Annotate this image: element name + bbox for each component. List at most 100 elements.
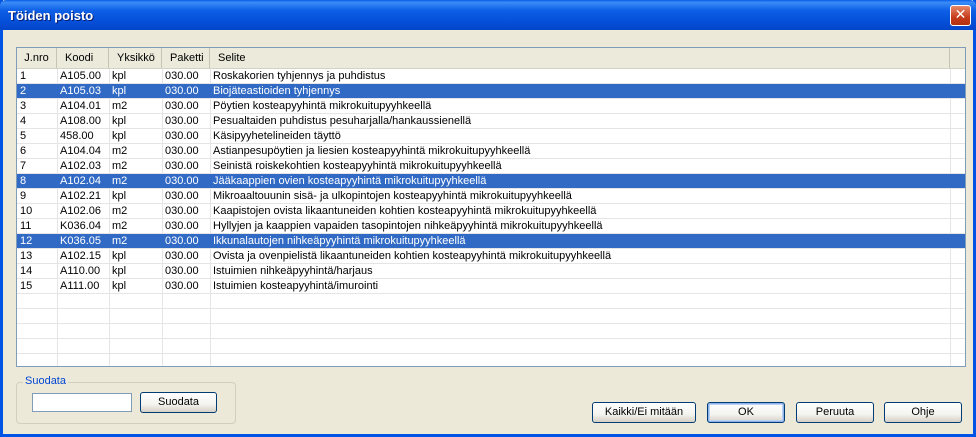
title-bar[interactable]: Töiden poisto ✕ — [0, 0, 976, 30]
row-unit: m2 — [112, 235, 128, 247]
row-description: Roskakorien tyhjennys ja puhdistus — [213, 70, 386, 82]
close-button[interactable]: ✕ — [950, 5, 971, 26]
row-package: 030.00 — [165, 175, 199, 187]
row-code: A102.06 — [60, 205, 101, 217]
row-unit: m2 — [112, 220, 128, 232]
row-number: 12 — [20, 235, 33, 247]
table-row[interactable]: 13 A102.15 kpl 030.00 Ovista ja ovenpielistä… — [17, 249, 965, 264]
row-description: Hyllyjen ja kaappien vapaiden tasopintoj… — [213, 220, 603, 232]
row-code: A110.00 — [60, 265, 101, 277]
row-unit: kpl — [112, 130, 127, 142]
row-package: 030.00 — [165, 265, 199, 277]
row-package: 030.00 — [165, 280, 199, 292]
column-header-package[interactable]: Paketti — [162, 48, 210, 68]
filter-group: Suodata Suodata — [16, 375, 236, 424]
filter-button[interactable]: Suodata — [140, 392, 217, 413]
select-all-none-button[interactable]: Kaikki/Ei mitään — [592, 402, 696, 423]
row-number: 7 — [20, 160, 27, 172]
row-number: 6 — [20, 145, 27, 157]
table-row[interactable]: 2 A105.03 kpl 030.00 Biojäteastioiden tyhjen… — [17, 84, 965, 99]
row-code: A102.21 — [60, 190, 101, 202]
window-title: Töiden poisto — [8, 8, 94, 23]
row-package: 030.00 — [165, 205, 199, 217]
row-code: A102.04 — [60, 175, 101, 187]
row-unit: m2 — [112, 205, 128, 217]
row-code: A105.03 — [60, 85, 101, 97]
row-unit: kpl — [112, 265, 127, 277]
table-row[interactable]: 12 K036.05 m2 030.00 Ikkunalautojen nihkeäpy… — [17, 234, 965, 249]
row-unit: m2 — [112, 160, 128, 172]
row-number: 15 — [20, 280, 33, 292]
row-unit: m2 — [112, 175, 128, 187]
row-number: 14 — [20, 265, 33, 277]
row-code: A102.15 — [60, 250, 101, 262]
row-description: Mikroaaltouunin sisä- ja ulkopintojen ko… — [213, 190, 572, 202]
dialog-window: Töiden poisto ✕ J.nro Koodi Yksikkö Pake… — [0, 0, 976, 437]
row-code: A111.00 — [60, 280, 100, 292]
row-number: 2 — [20, 85, 27, 97]
row-description: Astianpesupöytien ja liesien kosteapyyhi… — [213, 145, 531, 157]
row-unit: kpl — [112, 115, 127, 127]
table-row[interactable]: 5 458.00 kpl 030.00 Käsipyyhetelineiden täyt… — [17, 129, 965, 144]
help-button[interactable]: Ohje — [884, 402, 962, 423]
row-description: Kaapistojen ovista likaantuneiden kohtie… — [213, 205, 597, 217]
row-unit: m2 — [112, 100, 128, 112]
row-description: Istuimien nihkeäpyyhintä/harjaus — [213, 265, 373, 277]
row-description: Jääkaappien ovien kosteapyyhintä mikroku… — [213, 175, 487, 187]
row-code: A108.00 — [60, 115, 101, 127]
table-row[interactable]: 10 A102.06 m2 030.00 Kaapistojen ovista lika… — [17, 204, 965, 219]
ok-button[interactable]: OK — [707, 402, 785, 423]
row-unit: kpl — [112, 190, 127, 202]
table-row[interactable]: 4 A108.00 kpl 030.00 Pesualtaiden puhdistus … — [17, 114, 965, 129]
row-description: Pesualtaiden puhdistus pesuharjalla/hank… — [213, 115, 472, 127]
row-package: 030.00 — [165, 100, 199, 112]
row-package: 030.00 — [165, 115, 199, 127]
row-description: Ovista ja ovenpielistä likaantuneiden ko… — [213, 250, 612, 262]
row-unit: kpl — [112, 250, 127, 262]
row-number: 9 — [20, 190, 27, 202]
work-list[interactable]: J.nro Koodi Yksikkö Paketti Selite 1 A105… — [16, 47, 966, 367]
row-description: Käsipyyhetelineiden täyttö — [213, 130, 341, 142]
empty-row — [17, 324, 965, 339]
row-number: 1 — [20, 70, 27, 82]
cancel-button[interactable]: Peruuta — [796, 402, 874, 423]
table-row[interactable]: 11 K036.04 m2 030.00 Hyllyjen ja kaappien va… — [17, 219, 965, 234]
row-number: 3 — [20, 100, 27, 112]
column-header-code[interactable]: Koodi — [57, 48, 109, 68]
table-row[interactable]: 3 A104.01 m2 030.00 Pöytien kosteapyyhintä m… — [17, 99, 965, 114]
row-code: K036.05 — [60, 235, 101, 247]
row-code: A104.04 — [60, 145, 101, 157]
column-header-description[interactable]: Selite — [210, 48, 950, 68]
table-row[interactable]: 7 A102.03 m2 030.00 Seinistä roiskekohtien k… — [17, 159, 965, 174]
row-package: 030.00 — [165, 250, 199, 262]
table-row[interactable]: 9 A102.21 kpl 030.00 Mikroaaltouunin sisä- j… — [17, 189, 965, 204]
list-header: J.nro Koodi Yksikkö Paketti Selite — [17, 48, 965, 69]
row-unit: m2 — [112, 145, 128, 157]
row-description: Seinistä roiskekohtien kosteapyyhintä mi… — [213, 160, 502, 172]
filter-input[interactable] — [32, 393, 132, 412]
row-package: 030.00 — [165, 235, 199, 247]
row-unit: kpl — [112, 70, 127, 82]
table-row[interactable]: 6 A104.04 m2 030.00 Astianpesupöytien ja lie… — [17, 144, 965, 159]
column-header-unit[interactable]: Yksikkö — [109, 48, 162, 68]
row-package: 030.00 — [165, 85, 199, 97]
empty-row — [17, 309, 965, 324]
row-code: K036.04 — [60, 220, 101, 232]
row-package: 030.00 — [165, 70, 199, 82]
column-header-nro[interactable]: J.nro — [17, 48, 57, 68]
row-description: Istuimien kosteapyyhintä/imurointi — [213, 280, 379, 292]
row-package: 030.00 — [165, 160, 199, 172]
row-description: Ikkunalautojen nihkeäpyyhintä mikrokuitu… — [213, 235, 466, 247]
table-row[interactable]: 14 A110.00 kpl 030.00 Istuimien nihkeäpyyhin… — [17, 264, 965, 279]
filter-group-label: Suodata — [23, 375, 68, 387]
table-row[interactable]: 8 A102.04 m2 030.00 Jääkaappien ovien kostea… — [17, 174, 965, 189]
table-row[interactable]: 15 A111.00 kpl 030.00 Istuimien kosteapyyhin… — [17, 279, 965, 294]
row-code: A105.00 — [60, 70, 101, 82]
empty-row — [17, 294, 965, 309]
row-package: 030.00 — [165, 190, 199, 202]
list-rows: 1 A105.00 kpl 030.00 Roskakorien tyhjennys j… — [17, 69, 965, 354]
table-row[interactable]: 1 A105.00 kpl 030.00 Roskakorien tyhjennys j… — [17, 69, 965, 84]
row-description: Pöytien kosteapyyhintä mikrokuitupyyhkee… — [213, 100, 432, 112]
empty-row — [17, 339, 965, 354]
row-number: 5 — [20, 130, 27, 142]
